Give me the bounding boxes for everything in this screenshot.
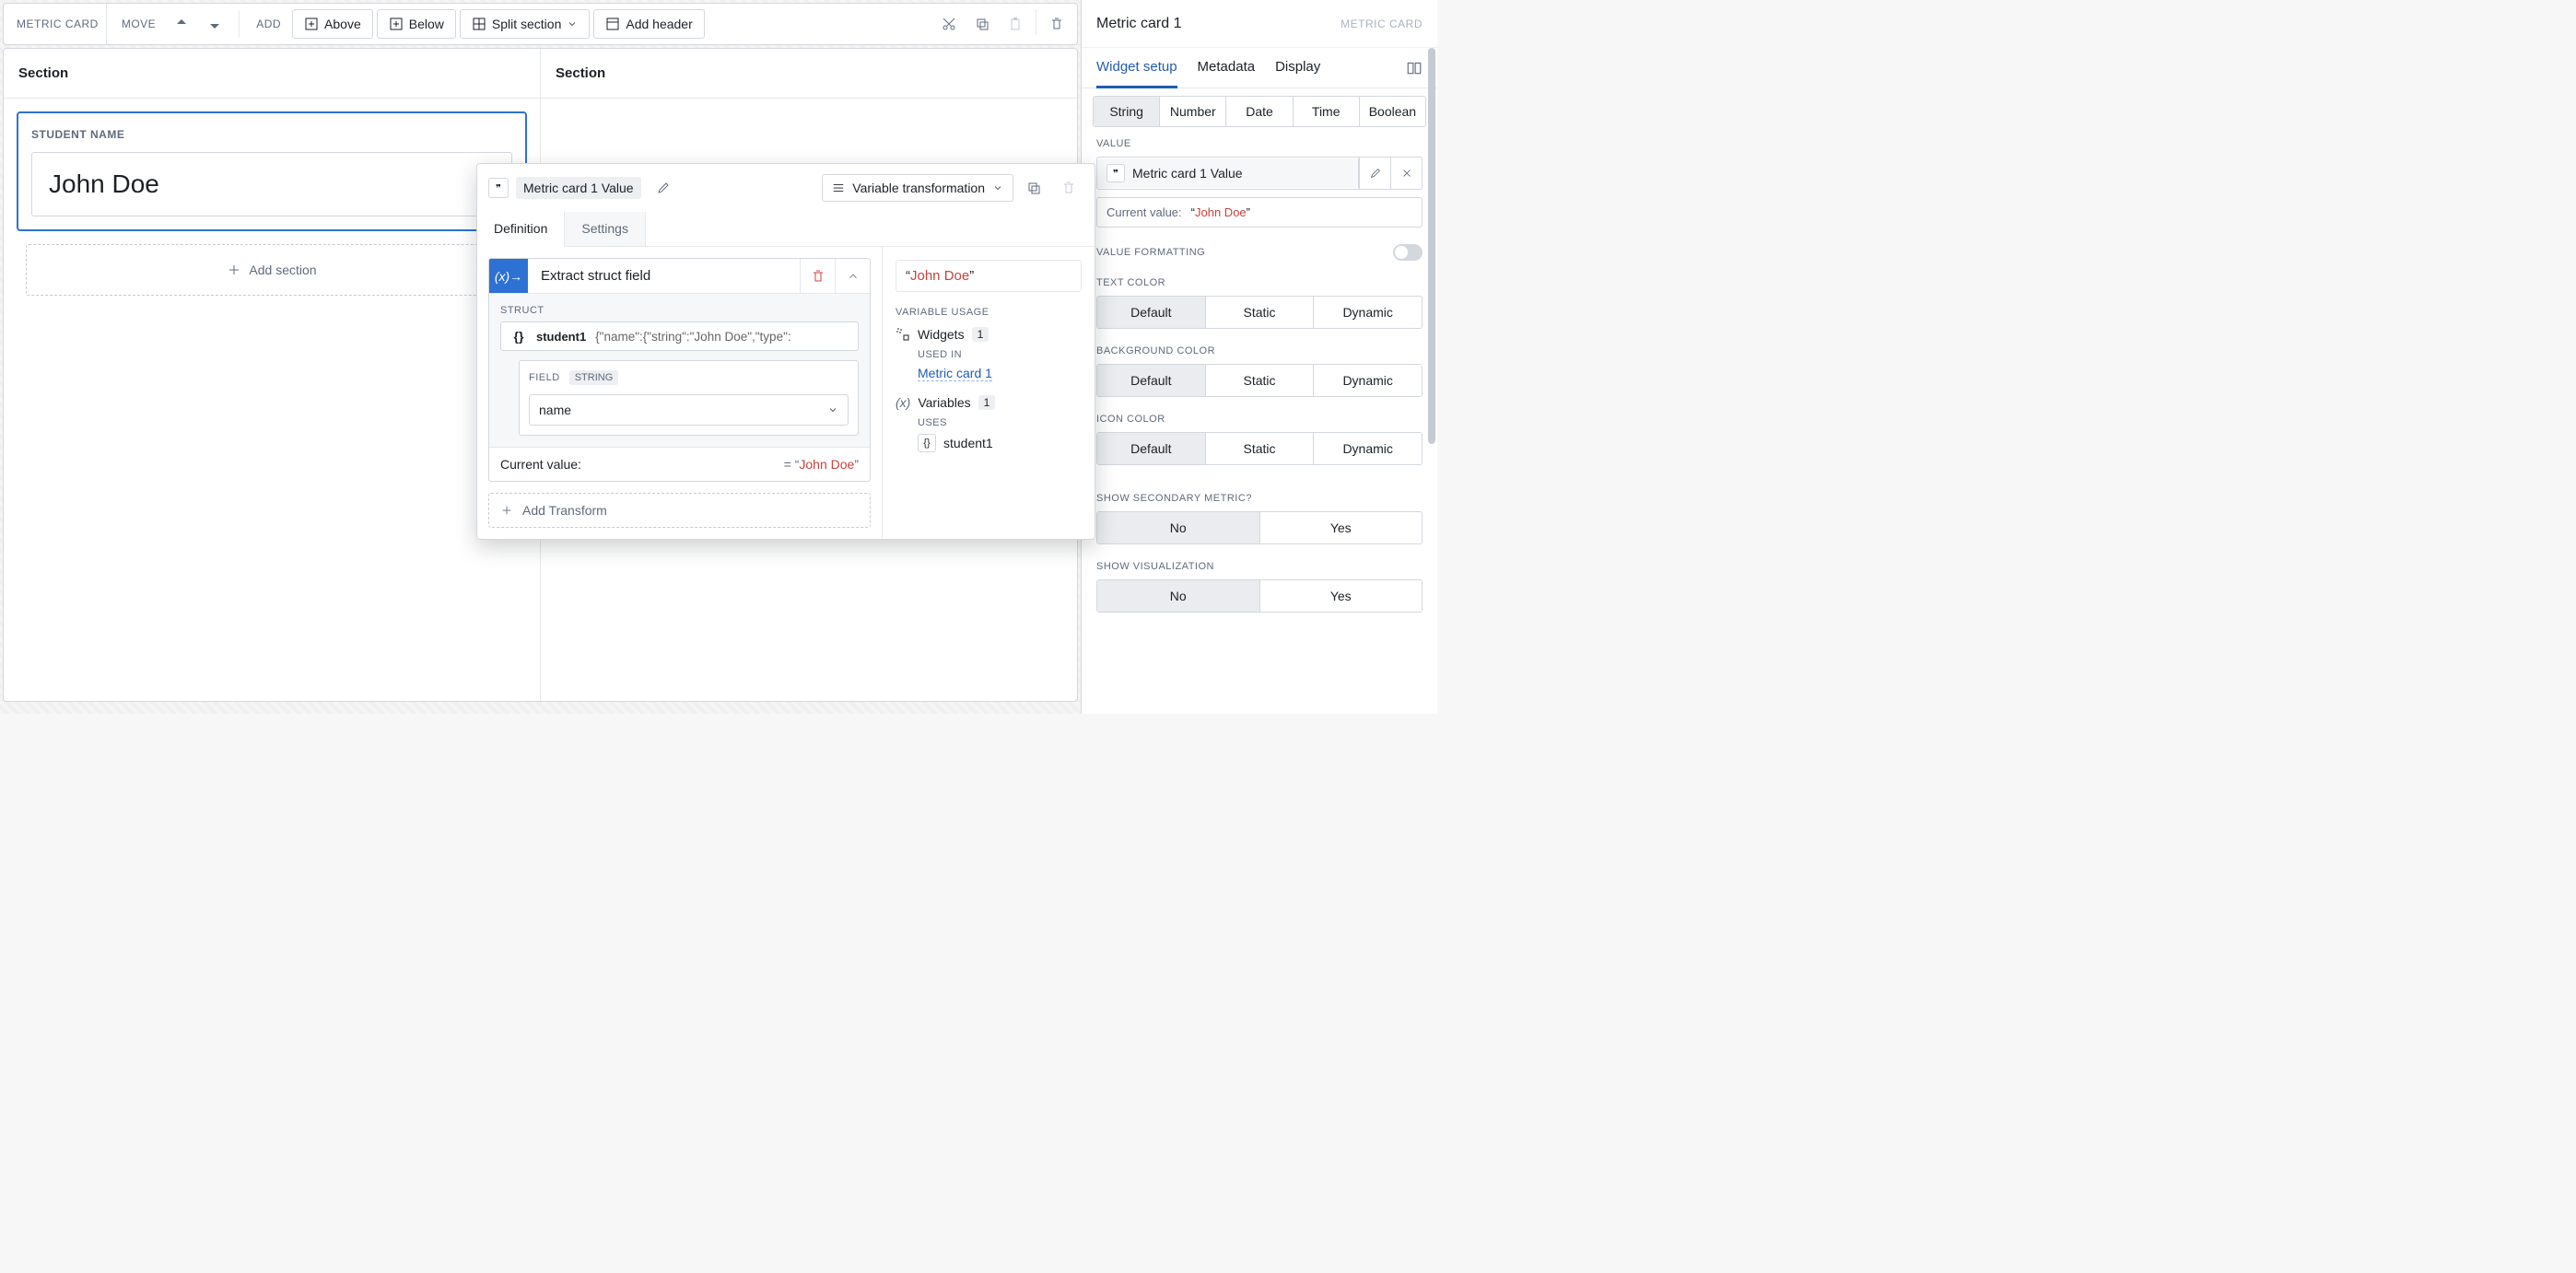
type-tab-string[interactable]: String xyxy=(1094,97,1160,126)
breadcrumb: METRIC CARD xyxy=(9,4,107,44)
field-select[interactable]: name xyxy=(529,394,849,426)
field-type-tag: STRING xyxy=(569,370,619,385)
edit-name-button[interactable] xyxy=(649,173,678,203)
preview-value: “John Doe” xyxy=(896,260,1082,292)
clear-value-button[interactable] xyxy=(1390,158,1422,189)
show-secondary-segment[interactable]: No Yes xyxy=(1096,511,1423,544)
text-color-label: TEXT COLOR xyxy=(1096,277,1423,288)
delete-transform-button[interactable] xyxy=(800,259,835,293)
rpanel-title: Metric card 1 xyxy=(1096,16,1181,32)
popover-title: Metric card 1 Value xyxy=(516,177,641,199)
move-up-button[interactable] xyxy=(167,9,196,39)
show-secondary-label: SHOW SECONDARY METRIC? xyxy=(1096,493,1423,504)
duplicate-button[interactable] xyxy=(1019,173,1048,203)
variable-popover: ❞ Metric card 1 Value Variable transform… xyxy=(476,163,1095,540)
tab-settings[interactable]: Settings xyxy=(565,212,646,246)
fx-small-icon: (x) xyxy=(896,395,910,410)
add-label: ADD xyxy=(249,18,288,30)
split-section-button[interactable]: Split section xyxy=(460,9,590,39)
trash-button[interactable] xyxy=(1054,173,1083,203)
current-value-display: Current value: “John Doe” xyxy=(1096,197,1423,228)
value-label: VALUE xyxy=(1096,138,1423,149)
edit-value-button[interactable] xyxy=(1359,158,1390,189)
widgets-icon xyxy=(896,327,910,342)
braces-icon: {} xyxy=(918,434,936,452)
type-tab-number[interactable]: Number xyxy=(1160,97,1226,126)
background-color-label: BACKGROUND COLOR xyxy=(1096,345,1423,356)
icon-color-segment[interactable]: Default Static Dynamic xyxy=(1096,432,1423,465)
struct-chip[interactable]: {} student1 {"name":{"string":"John Doe"… xyxy=(500,321,859,351)
section-title-right: Section xyxy=(541,49,1077,99)
used-in-link[interactable]: Metric card 1 xyxy=(918,366,992,381)
current-value-label: Current value: xyxy=(500,457,581,472)
variables-count: 1 xyxy=(978,395,996,410)
move-label: MOVE xyxy=(114,18,163,30)
value-formatting-label: VALUE FORMATTING xyxy=(1096,247,1205,258)
value-chip[interactable]: ❞ Metric card 1 Value xyxy=(1097,158,1359,188)
add-section-button[interactable]: Add section xyxy=(26,244,518,296)
add-header-button[interactable]: Add header xyxy=(593,9,704,39)
background-color-segment[interactable]: Default Static Dynamic xyxy=(1096,364,1423,397)
icon-color-label: ICON COLOR xyxy=(1096,414,1423,425)
field-label: FIELD xyxy=(529,372,560,383)
tab-display[interactable]: Display xyxy=(1275,48,1320,88)
variables-label: Variables xyxy=(918,395,970,410)
cut-button[interactable] xyxy=(934,9,964,39)
show-viz-label: SHOW VISUALIZATION xyxy=(1096,561,1423,572)
quote-icon: ❞ xyxy=(488,178,509,198)
struct-label: STRUCT xyxy=(500,305,859,316)
metric-card-value: John Doe xyxy=(31,152,512,216)
transform-mode-select[interactable]: Variable transformation xyxy=(822,174,1013,202)
type-tab-boolean[interactable]: Boolean xyxy=(1360,97,1425,126)
widgets-count: 1 xyxy=(972,327,989,342)
docs-button[interactable] xyxy=(1406,48,1423,88)
current-value: = “John Doe” xyxy=(784,457,859,472)
paste-button[interactable] xyxy=(1001,9,1030,39)
uses-var: student1 xyxy=(943,436,993,450)
show-viz-segment[interactable]: No Yes xyxy=(1096,579,1423,613)
rpanel-subtitle: METRIC CARD xyxy=(1341,18,1423,30)
quote-icon: ❞ xyxy=(1107,164,1125,182)
widgets-label: Widgets xyxy=(918,327,965,342)
scrollbar[interactable] xyxy=(1426,48,1437,714)
used-in-label: USED IN xyxy=(918,349,1082,360)
delete-button[interactable] xyxy=(1042,9,1071,39)
collapse-button[interactable] xyxy=(835,259,870,293)
add-below-button[interactable]: Below xyxy=(377,9,456,39)
add-transform-button[interactable]: Add Transform xyxy=(488,493,871,528)
fx-icon: (x)→ xyxy=(489,259,528,293)
type-tab-date[interactable]: Date xyxy=(1226,97,1293,126)
usage-header: VARIABLE USAGE xyxy=(896,307,1082,318)
tab-metadata[interactable]: Metadata xyxy=(1198,48,1256,88)
extract-title: Extract struct field xyxy=(528,259,800,293)
value-formatting-toggle[interactable] xyxy=(1393,244,1423,261)
uses-label: USES xyxy=(918,417,1082,428)
copy-button[interactable] xyxy=(967,9,997,39)
tab-definition[interactable]: Definition xyxy=(477,212,565,247)
section-title-left: Section xyxy=(4,49,540,99)
metric-card-label: STUDENT NAME xyxy=(31,128,512,141)
move-down-button[interactable] xyxy=(200,9,229,39)
add-above-button[interactable]: Above xyxy=(292,9,373,39)
type-tab-time[interactable]: Time xyxy=(1294,97,1360,126)
text-color-segment[interactable]: Default Static Dynamic xyxy=(1096,296,1423,329)
tab-widget-setup[interactable]: Widget setup xyxy=(1096,48,1177,88)
metric-card[interactable]: STUDENT NAME John Doe xyxy=(17,111,527,231)
braces-icon: {} xyxy=(510,328,527,345)
